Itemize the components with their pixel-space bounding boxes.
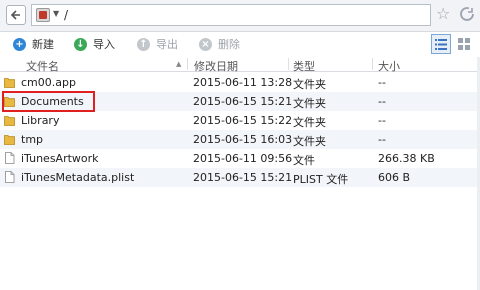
file-size: -- xyxy=(378,76,386,89)
folder-icon xyxy=(4,133,15,145)
file-size: 266.38 KB xyxy=(378,152,435,165)
file-name: tmp xyxy=(21,133,44,146)
current-path: / xyxy=(64,8,69,22)
app-icon xyxy=(36,8,50,22)
file-name: Library xyxy=(21,114,60,127)
file-modified: 2015-06-15 16:03 xyxy=(193,133,293,146)
grid-view-button[interactable] xyxy=(454,34,474,54)
column-divider[interactable] xyxy=(288,58,289,70)
file-icon xyxy=(4,171,15,183)
highlight-box xyxy=(2,91,95,112)
chevron-down-icon[interactable]: ▼ xyxy=(53,9,59,18)
path-field[interactable]: ▼ / xyxy=(31,4,431,26)
file-modified: 2015-06-15 15:21 xyxy=(193,95,293,108)
delete-label: 删除 xyxy=(218,38,240,51)
file-type: 文件夹 xyxy=(293,116,326,129)
file-row[interactable]: iTunesArtwork 2015-06-11 09:56 文件 266.38 KB xyxy=(0,149,480,168)
file-row[interactable]: Library 2015-06-15 15:22 文件夹 -- xyxy=(0,111,480,130)
file-modified: 2015-06-11 09:56 xyxy=(193,152,293,165)
file-row[interactable]: tmp 2015-06-15 16:03 文件夹 -- xyxy=(0,130,480,149)
sort-caret-icon: ▲ xyxy=(176,60,182,68)
new-label: 新建 xyxy=(32,38,54,51)
column-divider[interactable] xyxy=(372,58,373,70)
file-type: 文件夹 xyxy=(293,78,326,91)
refresh-icon[interactable] xyxy=(458,5,476,23)
star-icon[interactable]: ☆ xyxy=(436,6,450,22)
file-type: 文件夹 xyxy=(293,97,326,110)
column-divider[interactable] xyxy=(187,58,188,70)
back-button[interactable] xyxy=(6,5,26,25)
list-view-button[interactable] xyxy=(431,34,451,54)
file-name: iTunesMetadata.plist xyxy=(21,171,135,184)
file-size: -- xyxy=(378,133,386,146)
file-row[interactable]: cm00.app 2015-06-11 13:28 文件夹 -- xyxy=(0,73,480,92)
list-view-icon xyxy=(435,38,447,50)
column-header-type[interactable]: 类型 xyxy=(293,58,315,74)
toolbar: + 新建 ↓ 导入 ↑ 导出 × 删除 xyxy=(0,32,480,56)
export-icon: ↑ xyxy=(137,37,150,51)
import-icon: ↓ xyxy=(74,37,87,51)
folder-icon xyxy=(4,114,15,126)
address-bar: ▼ / ☆ xyxy=(0,0,480,32)
file-row[interactable]: iTunesMetadata.plist 2015-06-15 15:21 PLIS… xyxy=(0,168,480,187)
column-header-size[interactable]: 大小 xyxy=(378,58,400,74)
file-modified: 2015-06-15 15:22 xyxy=(193,114,293,127)
import-label: 导入 xyxy=(93,38,115,51)
grid-view-icon xyxy=(458,38,470,50)
file-icon xyxy=(4,152,15,164)
file-size: -- xyxy=(378,95,386,108)
column-header-name[interactable]: 文件名 xyxy=(26,58,59,74)
file-size: -- xyxy=(378,114,386,127)
import-button[interactable]: ↓ 导入 xyxy=(74,36,115,52)
folder-icon xyxy=(4,76,15,88)
column-header-modified[interactable]: 修改日期 xyxy=(194,58,238,74)
back-arrow-icon xyxy=(10,10,20,20)
delete-button[interactable]: × 删除 xyxy=(199,36,240,52)
plus-icon: + xyxy=(13,37,26,51)
file-name: iTunesArtwork xyxy=(21,152,99,165)
export-label: 导出 xyxy=(156,38,178,51)
file-type: 文件夹 xyxy=(293,135,326,148)
delete-icon: × xyxy=(199,37,212,51)
file-name: cm00.app xyxy=(21,76,76,89)
file-type: 文件 xyxy=(293,154,315,167)
new-button[interactable]: + 新建 xyxy=(13,36,54,52)
file-modified: 2015-06-15 15:21 xyxy=(193,171,293,184)
file-modified: 2015-06-11 13:28 xyxy=(193,76,293,89)
file-type: PLIST 文件 xyxy=(293,173,349,186)
export-button[interactable]: ↑ 导出 xyxy=(137,36,178,52)
file-size: 606 B xyxy=(378,171,411,184)
column-header-row: 文件名 ▲ 修改日期 类型 大小 xyxy=(0,57,480,74)
